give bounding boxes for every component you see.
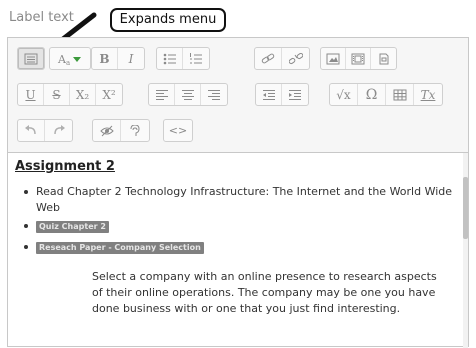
- unlink-icon: [288, 52, 303, 64]
- editor-toolbar: A a B I U S X₂ X² √x Ω Tx <>: [8, 38, 468, 153]
- toolbar-group-indent: [255, 83, 309, 106]
- html-source-button[interactable]: <>: [164, 120, 192, 141]
- bullet-dot: [24, 224, 28, 228]
- field-label: Label text: [9, 10, 74, 25]
- align-left-button[interactable]: [149, 84, 175, 105]
- toolbar-group-lists: [156, 47, 210, 70]
- scrollbar-thumb[interactable]: [463, 177, 468, 239]
- media-icon: [351, 53, 365, 64]
- toolbar-group-insert: [320, 47, 397, 70]
- strikethrough-button[interactable]: S: [44, 84, 70, 105]
- expands-menu-callout: Expands menu: [110, 8, 226, 32]
- bullet-list: Read Chapter 2 Technology Infrastructure…: [24, 184, 458, 255]
- accessibility-checker-button[interactable]: [93, 120, 121, 141]
- toolbar-group-style: B I: [91, 47, 145, 70]
- undo-button[interactable]: [18, 120, 45, 141]
- align-center-button[interactable]: [175, 84, 201, 105]
- superscript-button[interactable]: X²: [96, 84, 122, 105]
- highlighted-link[interactable]: Reseach Paper - Company Selection: [36, 242, 204, 254]
- clear-formatting-button[interactable]: Tx: [414, 84, 442, 105]
- bullet-dot: [24, 245, 28, 249]
- manage-files-button[interactable]: [371, 48, 396, 69]
- list-item: Read Chapter 2 Technology Infrastructure…: [24, 184, 458, 216]
- indent-icon: [289, 89, 301, 100]
- image-icon: [326, 53, 340, 64]
- numbered-list-icon: [190, 52, 202, 63]
- rich-text-editor: A a B I U S X₂ X² √x Ω Tx <> Assignment …: [7, 37, 469, 348]
- list-item: Quiz Chapter 2: [24, 218, 458, 234]
- align-right-button[interactable]: [201, 84, 227, 105]
- equation-button[interactable]: √x: [330, 84, 358, 105]
- undo-icon: [25, 124, 36, 134]
- font-color-icon: A a: [57, 53, 81, 66]
- outdent-button[interactable]: [256, 84, 282, 105]
- special-character-button[interactable]: Ω: [358, 84, 386, 105]
- accessibility-icon: [99, 125, 114, 136]
- toolbar-group-align: [148, 83, 228, 106]
- align-right-icon: [208, 89, 220, 100]
- list-item: Reseach Paper - Company Selection: [24, 239, 458, 255]
- toolbar-group-html: <>: [163, 119, 193, 142]
- assignment-heading: Assignment 2: [15, 159, 115, 174]
- table-icon: [393, 89, 406, 100]
- svg-text:a: a: [66, 59, 70, 66]
- toolbar-group-history: [17, 119, 73, 142]
- description-paragraph: Select a company with an online presence…: [92, 270, 437, 315]
- italic-button[interactable]: I: [118, 48, 144, 69]
- toolbar-group-font: A a: [49, 47, 91, 70]
- bullet-list-icon: [163, 53, 176, 64]
- subscript-button[interactable]: X₂: [70, 84, 96, 105]
- toolbar-group-links: [254, 47, 310, 70]
- toolbar-group-text-effects: U S X₂ X²: [17, 83, 123, 106]
- screenreader-helper-button[interactable]: [121, 120, 149, 141]
- expand-toolbar-button[interactable]: [18, 48, 44, 69]
- align-left-icon: [155, 89, 168, 100]
- unlink-button[interactable]: [282, 48, 309, 69]
- table-button[interactable]: [386, 84, 414, 105]
- font-color-button[interactable]: A a: [50, 48, 90, 69]
- unordered-list-button[interactable]: [157, 48, 183, 69]
- underline-button[interactable]: U: [18, 84, 44, 105]
- indent-button[interactable]: [282, 84, 308, 105]
- redo-icon: [53, 124, 65, 134]
- list-item-text: Read Chapter 2 Technology Infrastructure…: [36, 185, 453, 214]
- bullet-dot: [24, 190, 28, 194]
- link-icon: [261, 53, 275, 63]
- insert-media-button[interactable]: [346, 48, 371, 69]
- toolbar-toggle-icon: [24, 53, 38, 64]
- toolbar-group-accessibility: [92, 119, 150, 142]
- toolbar-group-extras: √x Ω Tx: [329, 83, 443, 106]
- toolbar-group-collapse: [17, 47, 45, 70]
- outdent-icon: [262, 89, 275, 100]
- highlighted-link[interactable]: Quiz Chapter 2: [36, 221, 109, 233]
- editor-scrollbar[interactable]: [463, 153, 468, 348]
- files-icon: [379, 53, 388, 64]
- bold-button[interactable]: B: [92, 48, 118, 69]
- align-center-icon: [181, 89, 194, 100]
- screenreader-icon: [130, 124, 140, 136]
- insert-image-button[interactable]: [321, 48, 346, 69]
- editor-content[interactable]: Assignment 2 Read Chapter 2 Technology I…: [8, 153, 466, 348]
- ordered-list-button[interactable]: [183, 48, 209, 69]
- redo-button[interactable]: [45, 120, 72, 141]
- link-button[interactable]: [255, 48, 282, 69]
